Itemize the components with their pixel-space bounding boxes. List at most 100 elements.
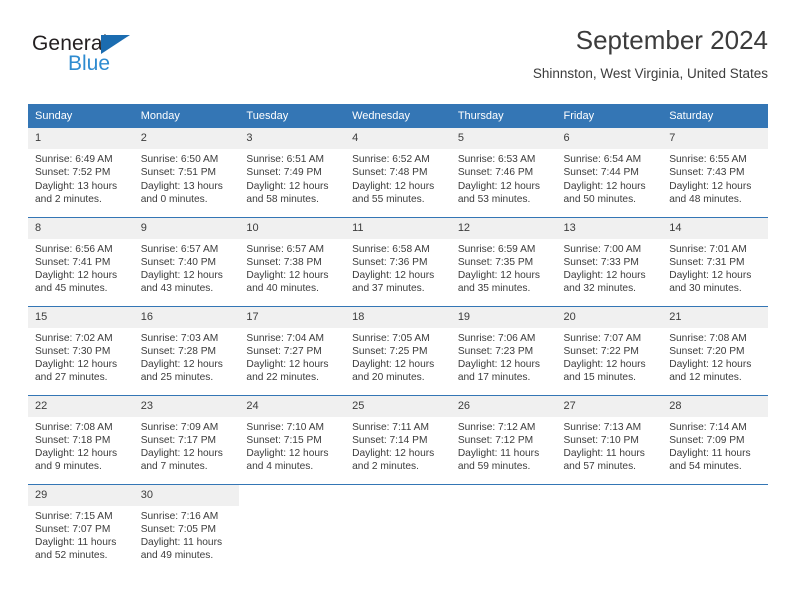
weekday-wednesday: Wednesday	[345, 104, 451, 128]
sunrise-time: Sunrise: 7:10 AM	[246, 421, 324, 433]
calendar-day-cell[interactable]: 18 Sunrise: 7:05 AM Sunset: 7:25 PM Dayligh…	[345, 305, 451, 395]
day-sun-info: Sunrise: 6:57 AM Sunset: 7:40 PM Daylight:…	[134, 239, 240, 296]
sunrise-time: Sunrise: 7:03 AM	[140, 332, 219, 344]
sunrise-time: Sunrise: 7:08 AM	[669, 332, 747, 344]
day-number: 20	[556, 306, 663, 328]
calendar-day-cell[interactable]: 1 Sunrise: 6:49 AM Sunset: 7:52 PM Daylight…	[28, 128, 134, 217]
sunrise-time: Sunrise: 7:15 AM	[35, 510, 113, 522]
sunrise-time: Sunrise: 6:50 AM	[140, 154, 219, 165]
calendar-day-cell[interactable]: 4 Sunrise: 6:52 AM Sunset: 7:48 PM Daylight…	[345, 128, 451, 217]
sunset-time: Sunset: 7:52 PM	[35, 167, 111, 179]
page-title: September 2024	[575, 25, 768, 55]
day-sun-info: Sunrise: 7:14 AM Sunset: 7:09 PM Daylight:…	[662, 417, 768, 474]
day-number: 27	[556, 395, 663, 417]
sunrise-time: Sunrise: 6:53 AM	[457, 154, 536, 165]
calendar-page: General Blue September 2024 Shinnston, W…	[0, 0, 792, 612]
general-blue-logo: General Blue	[32, 32, 232, 88]
calendar-day-cell[interactable]: 14 Sunrise: 7:01 AM Sunset: 7:31 PM Dayligh…	[662, 216, 768, 306]
sunrise-time: Sunrise: 7:14 AM	[669, 421, 747, 433]
calendar-cell-empty	[239, 483, 346, 573]
day-sun-info: Sunrise: 7:00 AM Sunset: 7:33 PM Daylight:…	[557, 239, 663, 296]
sunrise-time: Sunrise: 7:04 AM	[246, 332, 324, 344]
day-number: 3	[239, 128, 346, 149]
sunrise-time: Sunrise: 6:49 AM	[35, 154, 113, 165]
sunset-time: Sunset: 7:46 PM	[457, 167, 534, 179]
calendar-day-cell[interactable]: 29 Sunrise: 7:15 AM Sunset: 7:07 PM Dayligh…	[28, 483, 134, 573]
calendar-day-cell[interactable]: 27 Sunrise: 7:13 AM Sunset: 7:10 PM Dayligh…	[556, 394, 663, 484]
day-sun-info: Sunrise: 7:09 AM Sunset: 7:17 PM Daylight:…	[134, 417, 240, 474]
calendar-day-cell[interactable]: 13 Sunrise: 7:00 AM Sunset: 7:33 PM Dayligh…	[556, 216, 663, 306]
sunset-time: Sunset: 7:12 PM	[457, 434, 534, 446]
sunrise-time: Sunrise: 7:06 AM	[457, 332, 536, 344]
day-number: 5	[450, 128, 557, 149]
calendar-day-cell[interactable]: 17 Sunrise: 7:04 AM Sunset: 7:27 PM Dayligh…	[239, 305, 346, 395]
calendar-day-cell[interactable]: 19 Sunrise: 7:06 AM Sunset: 7:23 PM Dayligh…	[450, 305, 557, 395]
sunset-time: Sunset: 7:38 PM	[246, 256, 322, 268]
calendar-day-cell[interactable]: 30 Sunrise: 7:16 AM Sunset: 7:05 PM Dayligh…	[133, 483, 240, 573]
calendar-day-cell[interactable]: 12 Sunrise: 6:59 AM Sunset: 7:35 PM Dayligh…	[450, 216, 557, 306]
daylight-duration: Daylight: 12 hours and 2 minutes.	[352, 448, 435, 473]
sunrise-sunset-calendar: Sunday Monday Tuesday Wednesday Thursday…	[28, 104, 768, 573]
calendar-day-cell[interactable]: 11 Sunrise: 6:58 AM Sunset: 7:36 PM Dayligh…	[345, 216, 451, 306]
daylight-duration: Daylight: 12 hours and 32 minutes.	[563, 270, 646, 295]
day-number: 19	[450, 306, 557, 328]
calendar-day-cell[interactable]: 26 Sunrise: 7:12 AM Sunset: 7:12 PM Dayligh…	[450, 394, 557, 484]
calendar-week-row: 22 Sunrise: 7:08 AM Sunset: 7:18 PM Dayligh…	[28, 394, 768, 484]
calendar-day-cell[interactable]: 9 Sunrise: 6:57 AM Sunset: 7:40 PM Daylight…	[133, 216, 240, 306]
daylight-duration: Daylight: 13 hours and 0 minutes.	[140, 180, 223, 205]
sunset-time: Sunset: 7:14 PM	[352, 434, 428, 446]
calendar-cell-empty	[450, 483, 557, 573]
calendar-day-cell[interactable]: 28 Sunrise: 7:14 AM Sunset: 7:09 PM Dayligh…	[662, 394, 768, 484]
day-sun-info: Sunrise: 6:59 AM Sunset: 7:35 PM Daylight:…	[451, 239, 557, 296]
daylight-duration: Daylight: 12 hours and 4 minutes.	[246, 448, 329, 473]
calendar-day-cell[interactable]: 2 Sunrise: 6:50 AM Sunset: 7:51 PM Daylight…	[133, 128, 240, 217]
daylight-duration: Daylight: 12 hours and 53 minutes.	[457, 180, 540, 205]
day-number: 16	[133, 306, 240, 328]
day-number	[345, 485, 451, 506]
daylight-duration: Daylight: 12 hours and 45 minutes.	[35, 270, 118, 295]
day-sun-info: Sunrise: 7:06 AM Sunset: 7:23 PM Daylight:…	[451, 328, 557, 385]
day-number: 23	[133, 395, 240, 417]
sunrise-time: Sunrise: 7:13 AM	[563, 421, 642, 433]
calendar-day-cell[interactable]: 21 Sunrise: 7:08 AM Sunset: 7:20 PM Dayligh…	[662, 305, 768, 395]
day-number: 12	[450, 217, 557, 239]
calendar-day-cell[interactable]: 6 Sunrise: 6:54 AM Sunset: 7:44 PM Daylight…	[556, 128, 663, 217]
calendar-day-cell[interactable]: 8 Sunrise: 6:56 AM Sunset: 7:41 PM Daylight…	[28, 216, 134, 306]
day-number: 21	[662, 306, 768, 328]
day-sun-info: Sunrise: 7:10 AM Sunset: 7:15 PM Daylight:…	[239, 417, 345, 474]
day-number: 15	[28, 306, 134, 328]
calendar-day-cell[interactable]: 3 Sunrise: 6:51 AM Sunset: 7:49 PM Daylight…	[239, 128, 346, 217]
weekday-saturday: Saturday	[662, 104, 768, 128]
calendar-day-cell[interactable]: 25 Sunrise: 7:11 AM Sunset: 7:14 PM Dayligh…	[345, 394, 451, 484]
sunset-time: Sunset: 7:23 PM	[457, 345, 534, 357]
calendar-day-cell[interactable]: 10 Sunrise: 6:57 AM Sunset: 7:38 PM Dayligh…	[239, 216, 346, 306]
sunset-time: Sunset: 7:25 PM	[352, 345, 428, 357]
calendar-day-cell[interactable]: 7 Sunrise: 6:55 AM Sunset: 7:43 PM Daylight…	[662, 128, 768, 217]
calendar-day-cell[interactable]: 22 Sunrise: 7:08 AM Sunset: 7:18 PM Dayligh…	[28, 394, 134, 484]
calendar-day-cell[interactable]: 23 Sunrise: 7:09 AM Sunset: 7:17 PM Dayligh…	[133, 394, 240, 484]
calendar-day-cell[interactable]: 5 Sunrise: 6:53 AM Sunset: 7:46 PM Daylight…	[450, 128, 557, 217]
sunset-time: Sunset: 7:15 PM	[246, 434, 322, 446]
sunrise-time: Sunrise: 6:57 AM	[140, 243, 219, 255]
calendar-day-cell[interactable]: 16 Sunrise: 7:03 AM Sunset: 7:28 PM Dayligh…	[133, 305, 240, 395]
sunset-time: Sunset: 7:20 PM	[669, 345, 745, 357]
day-sun-info: Sunrise: 7:08 AM Sunset: 7:18 PM Daylight:…	[28, 417, 134, 474]
sunset-time: Sunset: 7:51 PM	[140, 167, 217, 179]
day-number: 26	[450, 395, 557, 417]
location-subtitle: Shinnston, West Virginia, United States	[532, 66, 768, 81]
day-number: 18	[345, 306, 451, 328]
calendar-day-cell[interactable]: 24 Sunrise: 7:10 AM Sunset: 7:15 PM Dayligh…	[239, 394, 346, 484]
daylight-duration: Daylight: 11 hours and 59 minutes.	[457, 448, 540, 473]
daylight-duration: Daylight: 12 hours and 22 minutes.	[246, 359, 329, 384]
day-sun-info: Sunrise: 7:15 AM Sunset: 7:07 PM Daylight:…	[28, 506, 134, 563]
day-sun-info: Sunrise: 7:12 AM Sunset: 7:12 PM Daylight:…	[451, 417, 557, 474]
day-sun-info: Sunrise: 7:05 AM Sunset: 7:25 PM Daylight:…	[345, 328, 451, 385]
day-number: 10	[239, 217, 346, 239]
daylight-duration: Daylight: 12 hours and 25 minutes.	[140, 359, 223, 384]
calendar-day-cell[interactable]: 15 Sunrise: 7:02 AM Sunset: 7:30 PM Dayligh…	[28, 305, 134, 395]
daylight-duration: Daylight: 12 hours and 48 minutes.	[669, 180, 752, 205]
calendar-day-cell[interactable]: 20 Sunrise: 7:07 AM Sunset: 7:22 PM Dayligh…	[556, 305, 663, 395]
day-number: 24	[239, 395, 346, 417]
day-sun-info: Sunrise: 6:57 AM Sunset: 7:38 PM Daylight:…	[239, 239, 345, 296]
weekday-sunday: Sunday	[28, 104, 134, 128]
